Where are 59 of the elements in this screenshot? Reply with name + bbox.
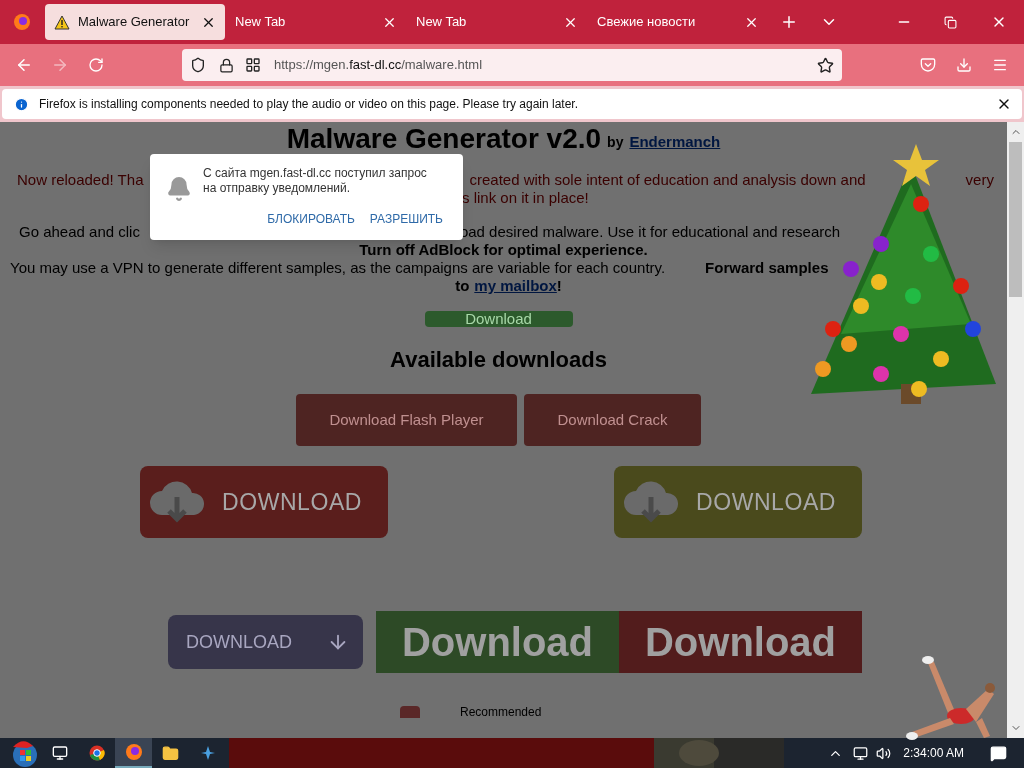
intro-text: s link on it in place! xyxy=(462,188,589,205)
shield-icon[interactable] xyxy=(190,57,206,73)
clock[interactable]: 2:34:00 AM xyxy=(903,744,964,762)
back-icon[interactable] xyxy=(15,56,33,74)
author-link[interactable]: Endermanch xyxy=(629,130,721,153)
download-button[interactable]: DOWNLOAD xyxy=(140,466,388,538)
intro-text: very xyxy=(965,170,994,187)
tab-title: Свежие новости xyxy=(597,13,697,32)
forward-text: Forward samples xyxy=(705,258,829,275)
recommended-icon xyxy=(400,706,420,718)
bookmark-star-icon[interactable] xyxy=(817,56,834,74)
popup-action-button[interactable]: БЛОКИРОВАТЬ xyxy=(267,210,355,228)
notifications-icon[interactable] xyxy=(990,744,1007,762)
tab-title: New Tab xyxy=(235,13,287,32)
bell-icon xyxy=(166,176,192,202)
info-icon xyxy=(14,96,29,112)
popup-message: С сайта mgen.fast-dl.cc поступил запрос на отправку уведомлений. xyxy=(203,166,428,197)
mailbox-link[interactable]: my mailbox xyxy=(474,275,557,295)
intro-text: Now reloaded! Tha xyxy=(17,170,144,187)
byline: by xyxy=(607,133,624,152)
browser-tab[interactable]: Malware Generator xyxy=(45,4,225,40)
volume-icon[interactable] xyxy=(876,745,892,761)
lock-icon[interactable] xyxy=(219,57,234,73)
browser-tab[interactable]: Свежие новости xyxy=(588,4,768,40)
menu-icon[interactable] xyxy=(992,57,1008,73)
page-title: Malware Generator v2.0 xyxy=(286,125,602,153)
restore-icon[interactable] xyxy=(944,15,957,29)
download-button[interactable]: DOWNLOAD xyxy=(614,466,862,538)
download-button[interactable]: Download xyxy=(619,611,862,673)
download-button[interactable]: Download xyxy=(424,311,573,327)
folder-icon xyxy=(162,744,179,762)
download-button[interactable]: DOWNLOAD xyxy=(168,615,363,669)
instruction-text: Go ahead and clic xyxy=(19,222,140,239)
vpn-text: You may use a VPN to generate different samples, as the campaigns are variable for each country. xyxy=(10,258,666,275)
tab-title: Malware Generator xyxy=(78,13,191,32)
tab-title: New Tab xyxy=(416,13,468,32)
adblock-notice: Turn off AdBlock for optimal experience. xyxy=(359,240,648,257)
address-bar[interactable]: https://mgen.fast-dl.cc/malware.html xyxy=(182,49,842,81)
url-text: https://mgen.fast-dl.cc/malware.html xyxy=(274,56,483,75)
intro-text: created with sole intent of education and analysis down and xyxy=(469,170,866,187)
download-button[interactable]: Download Crack xyxy=(524,394,701,446)
download-icon[interactable] xyxy=(956,57,972,73)
download-button[interactable]: Download Flash Player xyxy=(296,394,517,446)
exclamation-text: ! xyxy=(556,276,562,295)
new-tab-icon[interactable] xyxy=(780,13,798,31)
pocket-icon[interactable] xyxy=(920,57,936,73)
recommended-label: Recommended xyxy=(460,704,542,721)
browser-tab[interactable]: New Tab xyxy=(226,4,406,40)
firefox-icon xyxy=(124,743,143,761)
popup-action-button[interactable]: РАЗРЕШИТЬ xyxy=(369,210,443,228)
scrollbar-thumb[interactable] xyxy=(1009,142,1022,297)
scrollbar[interactable] xyxy=(1007,122,1024,738)
reload-icon[interactable] xyxy=(88,57,104,73)
download-button[interactable]: Download xyxy=(376,611,619,673)
info-message: Firefox is installing components needed to play the audio or video on this page. Please try again later. xyxy=(39,96,578,113)
browser-tab[interactable]: New Tab xyxy=(407,4,587,40)
section-heading: Available downloads xyxy=(390,346,607,374)
chrome-icon xyxy=(88,745,105,761)
to-text: to xyxy=(455,276,470,295)
